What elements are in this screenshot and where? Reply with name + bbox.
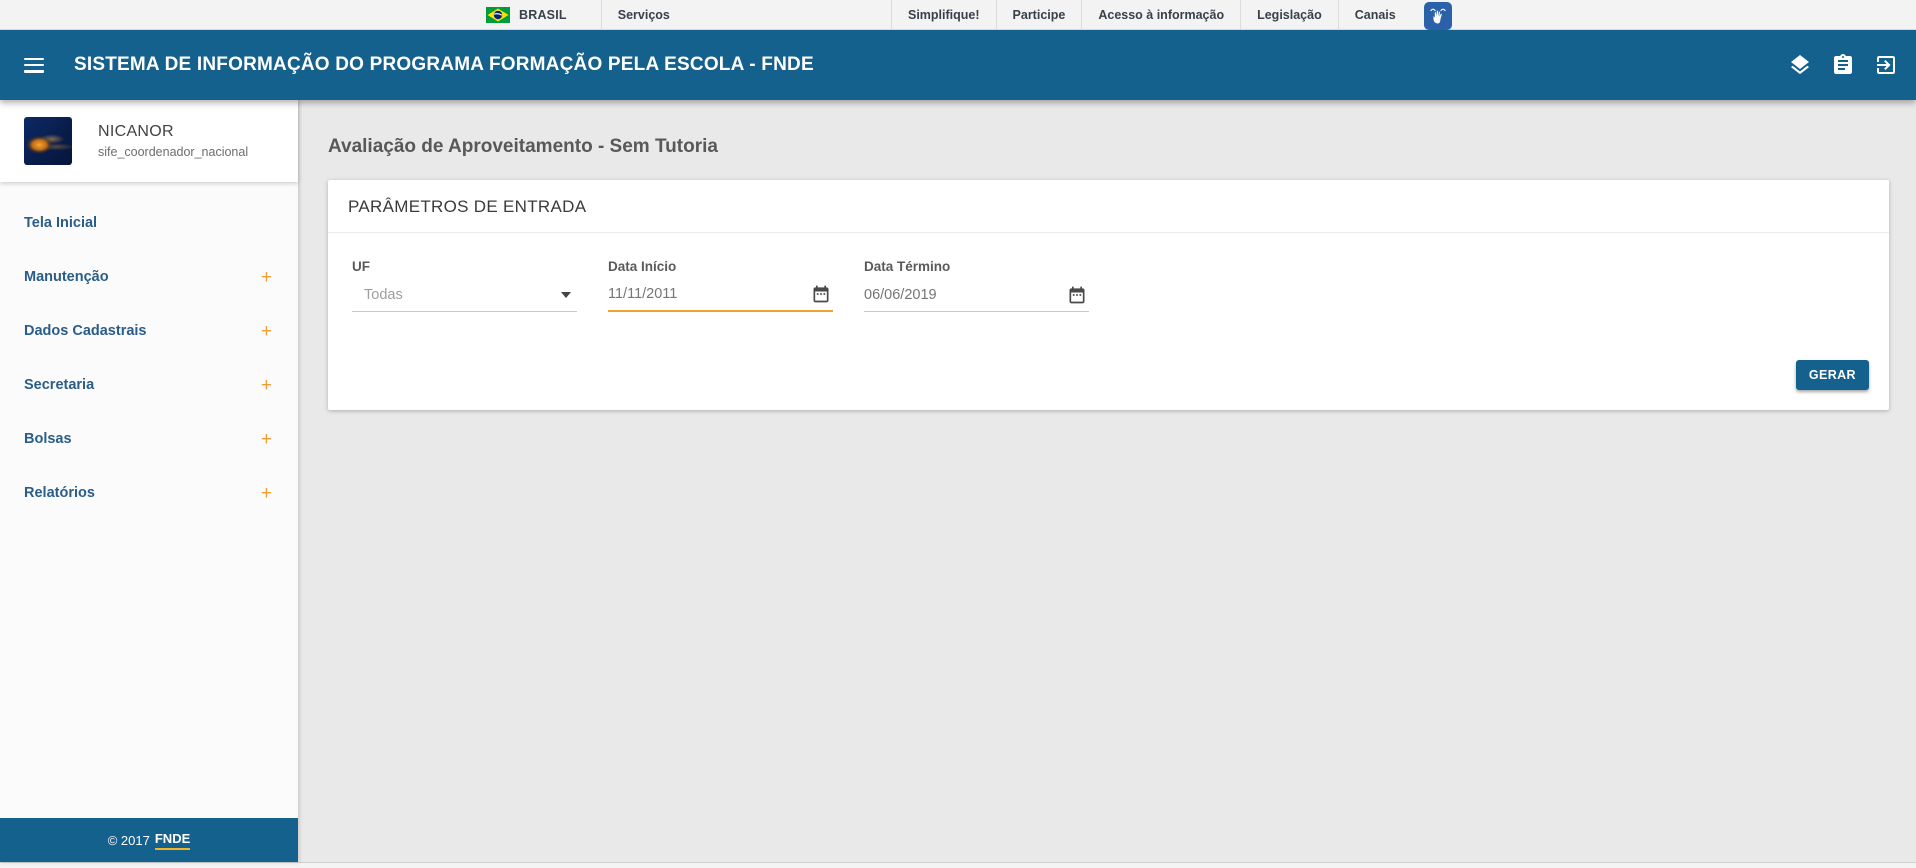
expand-plus-icon: + [261, 322, 272, 341]
sidebar-item-label: Secretaria [24, 377, 261, 393]
sidebar-menu: Tela Inicial Manutenção + Dados Cadastra… [0, 182, 298, 818]
uf-field: UF Todas [352, 259, 577, 312]
logout-icon[interactable] [1874, 53, 1898, 77]
page-title: Avaliação de Aproveitamento - Sem Tutori… [328, 136, 1916, 158]
calendar-icon[interactable] [811, 284, 831, 304]
expand-plus-icon: + [261, 430, 272, 449]
menu-hamburger-icon[interactable] [24, 58, 44, 73]
uf-select[interactable]: Todas [352, 278, 577, 312]
expand-plus-icon: + [261, 376, 272, 395]
data-termino-field: Data Término 06/06/2019 [864, 259, 1089, 312]
govbar-item-participe[interactable]: Participe [996, 0, 1082, 29]
sidebar-item-label: Bolsas [24, 431, 261, 447]
govbar-right-group: Simplifique! Participe Acesso à informaç… [891, 0, 1452, 29]
vlibras-hands-icon [1428, 6, 1448, 26]
sidebar: NICANOR sife_coordenador_nacional Tela I… [0, 100, 298, 862]
sidebar-item-label: Manutenção [24, 269, 261, 285]
user-name: NICANOR [98, 123, 248, 141]
vlibras-accessibility-button[interactable] [1424, 2, 1452, 30]
brazil-flag-icon [486, 7, 510, 23]
data-termino-input[interactable]: 06/06/2019 [864, 278, 1089, 312]
govbar-item-canais[interactable]: Canais [1338, 0, 1412, 29]
clipboard-report-icon[interactable] [1831, 53, 1855, 77]
uf-label: UF [352, 259, 577, 274]
user-text: NICANOR sife_coordenador_nacional [98, 123, 248, 159]
government-top-bar: BRASIL Serviços Simplifique! Participe A… [0, 0, 1916, 30]
data-inicio-label: Data Início [608, 259, 833, 274]
page-bottom-strip [0, 862, 1916, 868]
data-inicio-field: Data Início 11/11/2011 [608, 259, 833, 312]
govbar-left-group: BRASIL Serviços [486, 0, 686, 29]
chevron-down-icon [561, 292, 571, 298]
sidebar-item-dados-cadastrais[interactable]: Dados Cadastrais + [0, 304, 298, 358]
sidebar-item-label: Dados Cadastrais [24, 323, 261, 339]
sidebar-item-secretaria[interactable]: Secretaria + [0, 358, 298, 412]
data-termino-value: 06/06/2019 [864, 287, 1067, 303]
data-termino-label: Data Término [864, 259, 1089, 274]
sidebar-item-label: Relatórios [24, 485, 261, 501]
sidebar-item-bolsas[interactable]: Bolsas + [0, 412, 298, 466]
govbar-item-acesso-informacao[interactable]: Acesso à informação [1081, 0, 1240, 29]
sidebar-item-manutencao[interactable]: Manutenção + [0, 250, 298, 304]
data-inicio-input[interactable]: 11/11/2011 [608, 278, 833, 312]
user-panel: NICANOR sife_coordenador_nacional [0, 100, 298, 182]
gerar-button[interactable]: GERAR [1796, 360, 1869, 390]
calendar-icon[interactable] [1067, 285, 1087, 305]
govbar-item-simplifique[interactable]: Simplifique! [891, 0, 996, 29]
content-area: NICANOR sife_coordenador_nacional Tela I… [0, 100, 1916, 862]
parameters-card: PARÂMETROS DE ENTRADA UF Todas Data Iníc… [328, 180, 1889, 410]
uf-selected-value: Todas [352, 287, 561, 303]
card-actions: GERAR [352, 360, 1869, 390]
avatar [24, 117, 72, 165]
expand-plus-icon: + [261, 484, 272, 503]
sidebar-item-tela-inicial[interactable]: Tela Inicial [0, 196, 298, 250]
sidebar-item-label: Tela Inicial [24, 215, 272, 231]
header-icon-group [1788, 53, 1898, 77]
card-body: UF Todas Data Início 11/11/2011 [328, 233, 1889, 410]
app-header: SISTEMA DE INFORMAÇÃO DO PROGRAMA FORMAÇ… [0, 30, 1916, 100]
fnde-link[interactable]: FNDE [155, 831, 190, 850]
main-panel: Avaliação de Aproveitamento - Sem Tutori… [298, 100, 1916, 862]
copyright-text: © 2017 [108, 833, 150, 848]
app-title: SISTEMA DE INFORMAÇÃO DO PROGRAMA FORMAÇ… [74, 54, 814, 76]
govbar-item-servicos[interactable]: Serviços [602, 0, 686, 29]
fields-row: UF Todas Data Início 11/11/2011 [352, 259, 1869, 312]
sidebar-footer: © 2017 FNDE [0, 818, 298, 862]
card-title: PARÂMETROS DE ENTRADA [328, 180, 1889, 233]
data-inicio-value: 11/11/2011 [608, 286, 811, 302]
expand-plus-icon: + [261, 268, 272, 287]
govbar-item-legislacao[interactable]: Legislação [1240, 0, 1338, 29]
user-role: sife_coordenador_nacional [98, 145, 248, 159]
govbar-brand-label: BRASIL [519, 8, 567, 22]
sidebar-item-relatorios[interactable]: Relatórios + [0, 466, 298, 520]
layers-icon[interactable] [1788, 53, 1812, 77]
